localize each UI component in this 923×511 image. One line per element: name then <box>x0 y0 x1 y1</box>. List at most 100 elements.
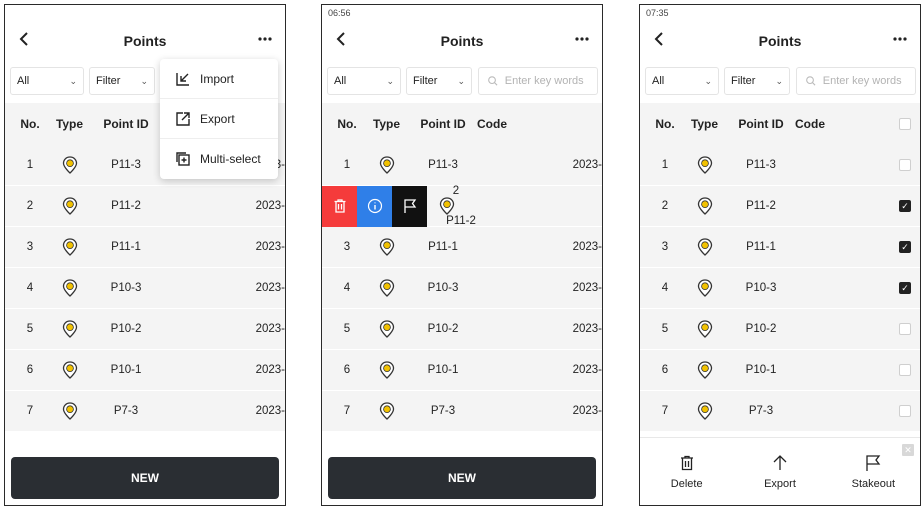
table-row[interactable]: 6 P10-1 2023- <box>322 350 602 391</box>
select-all-checkbox[interactable] <box>899 118 911 130</box>
column-code: Code <box>795 117 825 131</box>
row-checkbox[interactable] <box>899 405 911 417</box>
row-date: 2023- <box>255 200 285 212</box>
row-no: 3 <box>661 241 669 253</box>
row-type <box>682 361 727 379</box>
chevron-left-icon[interactable] <box>15 29 35 49</box>
row-type <box>682 238 727 256</box>
filter-select[interactable]: Filter ⌄ <box>89 67 155 95</box>
filter-select[interactable]: Filter ⌄ <box>724 67 790 95</box>
table-row[interactable]: 2 P11-2 ✓ <box>640 186 920 227</box>
menu-item-export[interactable]: Export <box>160 99 278 139</box>
column-type: Type <box>55 117 84 131</box>
row-checkbox[interactable]: ✓ <box>899 282 911 294</box>
more-dots-icon[interactable] <box>572 31 592 47</box>
export-button[interactable]: Export <box>733 438 826 505</box>
table-row[interactable]: 3 P11-1 2023- <box>5 227 285 268</box>
page-title: Points <box>123 33 167 49</box>
row-checkbox[interactable]: ✓ <box>899 200 911 212</box>
screen-points-menu: Points All ⌄ Filter ⌄ Import Export Multi-… <box>4 4 286 506</box>
table-row[interactable]: 2 P11-2 2023- <box>5 186 285 227</box>
new-button[interactable]: NEW <box>11 457 279 499</box>
row-point-id: P11-1 <box>428 241 458 253</box>
table-row[interactable]: 4 P10-3 ✓ <box>640 268 920 309</box>
chevron-down-icon: ⌄ <box>457 75 465 86</box>
filter-select[interactable]: Filter ⌄ <box>406 67 472 95</box>
table-row[interactable]: 1 P11-3 <box>640 145 920 186</box>
row-point-id: P10-3 <box>110 282 142 294</box>
row-no: 7 <box>343 405 351 417</box>
search-input[interactable] <box>504 75 597 87</box>
table-row[interactable]: 3 P11-1 ✓ <box>640 227 920 268</box>
column-type: Type <box>372 117 401 131</box>
table-row[interactable]: 7 P7-3 2023- <box>5 391 285 432</box>
menu-item-label: Multi-select <box>200 152 261 166</box>
row-checkbox[interactable]: ✓ <box>899 241 911 253</box>
row-point-id: P7-3 <box>430 405 456 417</box>
row-checkbox[interactable] <box>899 323 911 335</box>
row-type <box>47 402 92 420</box>
row-point-id: P11-2 <box>746 200 776 212</box>
location-pin-icon <box>697 156 712 174</box>
table-row[interactable]: 7 P7-3 2023- <box>322 391 602 432</box>
table-row[interactable]: 6 P10-1 2023- <box>5 350 285 391</box>
row-no: 2 <box>452 185 460 197</box>
table-row[interactable]: 4 P10-3 2023- <box>5 268 285 309</box>
table-row[interactable]: 5 P10-2 2023- <box>5 309 285 350</box>
close-icon[interactable]: ✕ <box>902 444 914 456</box>
import-icon <box>176 72 189 86</box>
filter-select-label: Filter <box>96 75 121 87</box>
table-row[interactable]: 4 P10-3 2023- <box>322 268 602 309</box>
table-row[interactable]: 7 P7-3 <box>640 391 920 432</box>
table-row[interactable]: 5 P10-2 2023- <box>322 309 602 350</box>
table-row[interactable]: 3 P11-1 2023- <box>322 227 602 268</box>
info-row-button[interactable] <box>357 185 392 227</box>
menu-item-multi-select[interactable]: Multi-select <box>160 139 278 179</box>
row-no: 6 <box>26 364 34 376</box>
chevron-down-icon: ⌄ <box>386 75 394 86</box>
points-table: No. Type Point ID Code 1 P11-3 2023- 2 P11-2… <box>322 103 602 432</box>
search-box <box>478 67 598 95</box>
row-no: 1 <box>343 159 351 171</box>
chevron-left-icon[interactable] <box>650 29 670 49</box>
row-type <box>47 361 92 379</box>
row-checkbox[interactable] <box>899 159 911 171</box>
swiped-row[interactable]: 2 P11-2 <box>322 185 602 227</box>
row-no: 1 <box>26 159 34 171</box>
location-pin-icon <box>379 361 394 379</box>
row-type <box>427 197 467 215</box>
chevron-left-icon[interactable] <box>332 29 352 49</box>
all-select[interactable]: All ⌄ <box>327 67 401 95</box>
row-no: 4 <box>343 282 351 294</box>
all-select[interactable]: All ⌄ <box>10 67 84 95</box>
row-type <box>364 320 409 338</box>
new-button[interactable]: NEW <box>328 457 596 499</box>
column-point-id: Point ID <box>738 117 784 131</box>
chevron-down-icon: ⌄ <box>69 75 77 86</box>
table-row[interactable]: 1 P11-3 2023- <box>322 145 602 186</box>
row-no: 7 <box>661 405 669 417</box>
row-point-id: P11-1 <box>746 241 776 253</box>
arrow-up-icon <box>773 454 787 470</box>
row-point-id: P10-2 <box>110 323 142 335</box>
more-dots-icon[interactable] <box>890 31 910 47</box>
row-date: 2023- <box>572 364 602 376</box>
location-pin-icon <box>62 402 77 420</box>
location-pin-icon <box>697 361 712 379</box>
delete-button[interactable]: Delete <box>640 438 733 505</box>
search-input[interactable] <box>822 75 915 87</box>
stakeout-row-button[interactable] <box>392 185 427 227</box>
more-dots-icon[interactable] <box>255 31 275 47</box>
table-row[interactable]: 6 P10-1 <box>640 350 920 391</box>
status-time: 07:35 <box>646 8 669 18</box>
menu-item-import[interactable]: Import <box>160 59 278 99</box>
table-row[interactable]: 5 P10-2 <box>640 309 920 350</box>
row-type <box>364 279 409 297</box>
row-type <box>47 197 92 215</box>
row-checkbox[interactable] <box>899 364 911 376</box>
delete-row-button[interactable] <box>322 185 357 227</box>
location-pin-icon <box>697 402 712 420</box>
row-no: 5 <box>26 323 34 335</box>
row-point-id: P10-3 <box>745 282 777 294</box>
all-select[interactable]: All ⌄ <box>645 67 719 95</box>
